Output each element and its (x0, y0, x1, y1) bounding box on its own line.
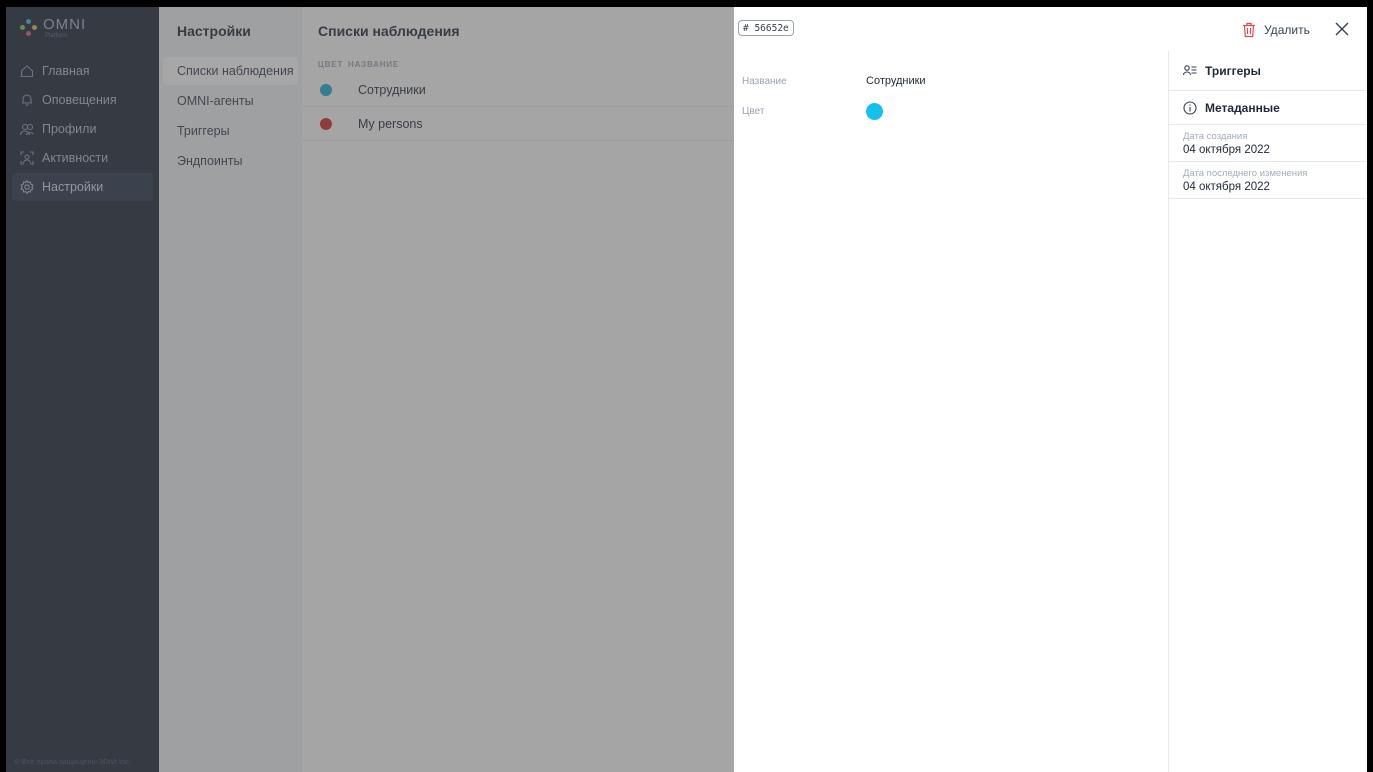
meta-modified: Дата последнего изменения 04 октября 202… (1169, 162, 1367, 199)
field-name: Название Сотрудники (742, 69, 1162, 93)
triggers-section[interactable]: Триггеры (1169, 51, 1367, 91)
trash-icon (1243, 22, 1255, 38)
modal-backdrop[interactable] (6, 7, 734, 772)
meta-value: 04 октября 2022 (1183, 181, 1270, 193)
side-panel: Триггеры Метаданные Дата создания 04 окт… (1168, 51, 1367, 772)
triggers-icon (1183, 64, 1197, 78)
meta-label: Дата создания (1183, 131, 1248, 142)
meta-label: Дата последнего изменения (1183, 168, 1308, 179)
id-badge: # 56652e (738, 20, 794, 36)
metadata-section[interactable]: Метаданные (1169, 91, 1367, 125)
detail-fields: Название Сотрудники Цвет (742, 69, 1162, 129)
triggers-title: Триггеры (1205, 63, 1261, 78)
delete-label: Удалить (1264, 23, 1310, 37)
panel-header: # 56652e Удалить (734, 7, 1367, 51)
field-label: Цвет (742, 105, 765, 117)
close-icon (1335, 22, 1349, 36)
meta-value: 04 октября 2022 (1183, 144, 1270, 156)
close-button[interactable] (1332, 19, 1352, 39)
field-label: Название (742, 75, 787, 87)
detail-panel: # 56652e Удалить Название Сотрудники Цве… (734, 7, 1367, 772)
metadata-title: Метаданные (1205, 100, 1280, 115)
color-swatch[interactable] (866, 102, 883, 120)
delete-button[interactable]: Удалить (1242, 19, 1310, 41)
field-color: Цвет (742, 99, 1162, 123)
meta-created: Дата создания 04 октября 2022 (1169, 125, 1367, 162)
info-icon (1183, 100, 1197, 115)
app-window: OMNI Platform Главная Оповещения (6, 7, 1367, 772)
field-value[interactable]: Сотрудники (866, 75, 926, 87)
